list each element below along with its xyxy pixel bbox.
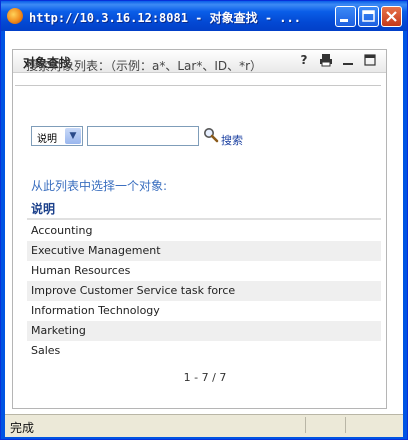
column-header-description[interactable]: 说明 — [31, 200, 55, 217]
results-list: Accounting Executive Management Human Re… — [27, 221, 381, 361]
header-divider — [27, 218, 381, 220]
status-divider — [345, 417, 346, 433]
title-bar[interactable]: http://10.3.16.12:8081 - 对象查找 - ... — [1, 1, 407, 31]
search-input[interactable] — [87, 126, 199, 146]
minimize-icon[interactable] — [341, 53, 355, 67]
status-divider — [305, 417, 306, 433]
list-item[interactable]: Sales — [27, 341, 381, 361]
pagination-info: 1 - 7 / 7 — [183, 371, 227, 384]
window-title: http://10.3.16.12:8081 - 对象查找 - ... — [29, 11, 301, 25]
list-prompt: 从此列表中选择一个对象: — [31, 179, 168, 193]
search-icon[interactable] — [203, 127, 219, 143]
help-icon[interactable]: ? — [297, 53, 311, 67]
list-item[interactable]: Human Resources — [27, 261, 381, 281]
maximize-button[interactable] — [358, 6, 379, 27]
maximize-icon[interactable] — [363, 53, 377, 67]
close-icon — [386, 11, 397, 22]
list-item[interactable]: Marketing — [27, 321, 381, 341]
divider — [15, 85, 381, 86]
status-bar: 完成 — [5, 414, 403, 437]
print-icon[interactable] — [319, 53, 333, 67]
select-value: 说明 — [37, 134, 57, 145]
list-item[interactable]: Accounting — [27, 221, 381, 241]
list-item[interactable]: Executive Management — [27, 241, 381, 261]
list-item[interactable]: Improve Customer Service task force — [27, 281, 381, 301]
minimize-icon — [340, 19, 348, 22]
maximize-icon — [362, 10, 375, 22]
status-text: 完成 — [10, 421, 35, 435]
search-hint: 搜索对象列表：（示例：a*、Lar*、ID、*r） — [26, 59, 263, 73]
close-button[interactable] — [381, 6, 402, 27]
browser-icon — [7, 8, 23, 24]
search-button[interactable]: 搜索 — [221, 132, 243, 148]
chevron-down-icon[interactable]: ▼ — [65, 128, 81, 144]
minimize-button[interactable] — [335, 6, 356, 27]
list-item[interactable]: Information Technology — [27, 301, 381, 321]
browser-window: http://10.3.16.12:8081 - 对象查找 - ... 对象查找… — [0, 0, 408, 440]
search-attribute-select[interactable]: 说明 ▼ — [31, 126, 83, 146]
